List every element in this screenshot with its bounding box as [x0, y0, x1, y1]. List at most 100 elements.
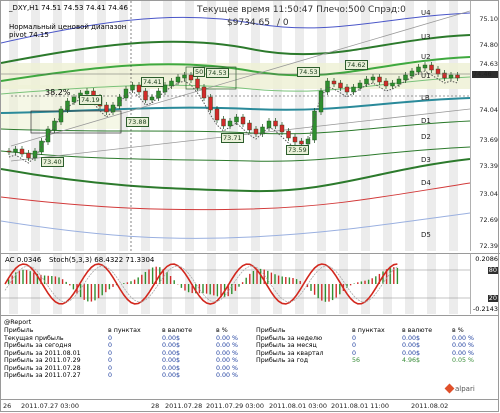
table-cell: 0	[108, 349, 113, 357]
column-header: в пунктах	[108, 327, 141, 334]
candle-body	[403, 74, 408, 81]
price-chart[interactable]: _DXY,H1 74.51 74.53 74.41 74.46 Нормальн…	[1, 1, 470, 251]
osc-axis-label: -0.2143	[472, 305, 498, 313]
table-row: Прибыль за сегодня 0 0.00$ 0.00 %	[4, 342, 256, 350]
table-row: Текущая прибыль 0 0.00$ 0.00 %	[4, 335, 256, 343]
table-row: Прибыль за квартал 0 0.00$ 0.00 %	[256, 350, 492, 358]
price-tag: 74.41	[141, 77, 164, 87]
time-axis-label: 2011.07.27 03:00	[21, 402, 80, 410]
session-stripe	[339, 1, 348, 251]
candle-body	[182, 74, 187, 79]
price-axis-label: 75.10	[479, 15, 498, 23]
column-header: в пунктах	[352, 327, 385, 334]
table-cell: 0.00$	[402, 334, 421, 342]
candle-body	[143, 90, 148, 101]
candle-body	[234, 116, 239, 123]
table-cell: 0	[108, 364, 113, 372]
table-cell: Прибыль за месяц	[256, 342, 317, 349]
time-axis-label: 26	[3, 402, 12, 410]
candle-body	[13, 148, 18, 153]
candle-body	[409, 70, 415, 77]
profit-report-panel: @Report Прибыль в пунктах в валюте в % Т…	[1, 315, 499, 400]
report-title: @Report	[4, 319, 32, 326]
table-cell: 0	[352, 349, 357, 357]
candle-body	[377, 76, 382, 83]
table-cell: Прибыль за 2011.07.29	[4, 357, 81, 364]
table-cell: 0	[108, 342, 113, 349]
candle-body	[318, 90, 324, 113]
session-stripe	[295, 1, 304, 251]
session-stripe	[163, 1, 172, 251]
table-cell: 0.00 %	[216, 357, 239, 364]
range-note: Нормальный ценовой диапазон	[9, 23, 127, 31]
price-axis-label: 73.69	[479, 136, 498, 144]
candle-body	[331, 80, 337, 85]
session-stripe	[449, 254, 458, 314]
ac-histogram	[7, 266, 399, 302]
price-tag: 73.71	[221, 133, 244, 143]
price-tag: 74.62	[345, 60, 368, 70]
table-row: Прибыль за неделю 0 0.00$ 0.00 %	[256, 335, 492, 343]
table-cell: 0.00 %	[452, 349, 475, 357]
table-header-row: Прибыль в пунктах в валюте в %	[256, 327, 492, 335]
time-axis-label: 2011.07.28	[165, 402, 203, 410]
candle-body	[52, 120, 57, 131]
table-row: Прибыль за 2011.08.01 0 0.00$ 0.00 %	[4, 350, 256, 358]
price-axis-label: 74.80	[479, 41, 498, 49]
table-row: Прибыль за месяц 0 0.00$ 0.00 %	[256, 342, 492, 350]
pivot-value: pivot 74.15	[9, 31, 49, 39]
level-d4: D4	[421, 179, 431, 187]
candle-body	[396, 78, 402, 85]
candle-body	[156, 90, 161, 99]
level-u1: U1	[421, 72, 431, 80]
time-axis-label: 2011.08.01 03:00	[269, 402, 328, 410]
price-axis-label: 74.63	[479, 60, 498, 68]
candle-body	[104, 104, 109, 113]
report-table-right: Прибыль в пунктах в валюте в % Прибыль з…	[256, 327, 492, 365]
session-stripe	[427, 254, 436, 314]
candle-body	[357, 82, 363, 89]
session-stripe	[361, 1, 370, 251]
candle-body	[253, 128, 259, 135]
table-cell: 0	[352, 342, 357, 349]
osc-axis-label: 20	[487, 294, 498, 302]
balance-value: $9734.65	[227, 18, 270, 28]
level-u2: U2	[421, 53, 431, 61]
column-header: Прибыль	[4, 327, 34, 334]
candle-body	[110, 104, 116, 113]
candle-body	[227, 120, 233, 127]
stoch-label: Stoch(5,3,3) 68.4322 71.3304	[49, 256, 155, 264]
oscillator-axis: 0.2086 80 20 -0.2143	[470, 253, 500, 314]
current-price-badge: 74.46	[472, 71, 498, 78]
report-table-left: Прибыль в пунктах в валюте в % Текущая п…	[4, 327, 256, 380]
time-axis-label: 2011.08.01 11:00	[331, 402, 390, 410]
table-cell: 0.05 %	[452, 357, 475, 364]
oscillator-panel[interactable]: AC 0.0346 Stoch(5,3,3) 68.4322 71.3304	[1, 253, 470, 314]
level-d2: D2	[421, 133, 431, 141]
session-stripe	[405, 254, 414, 314]
table-cell: 0.00$	[162, 334, 181, 342]
table-cell: 0	[352, 334, 357, 342]
candle-body	[390, 82, 395, 87]
session-stripe	[207, 254, 216, 314]
table-cell: 0.00$	[402, 349, 421, 357]
symbol-ohlc: _DXY,H1 74.51 74.53 74.41 74.46	[9, 4, 128, 12]
candle-body	[370, 76, 376, 81]
candle-body	[65, 100, 70, 111]
price-axis: 75.10 74.80 74.63 74.04 73.69 73.39 73.0…	[470, 1, 500, 251]
table-cell: Прибыль за сегодня	[4, 342, 72, 349]
candle-body	[383, 80, 389, 87]
column-header: в валюте	[402, 327, 433, 334]
price-tag: 73.88	[126, 117, 149, 127]
table-row: Прибыль за 2011.07.28 0 0.00$ 0.00 %	[4, 365, 256, 373]
price-chart-svg	[1, 1, 470, 251]
candle-body	[240, 116, 246, 125]
level-d1: D1	[421, 117, 431, 125]
table-cell: 0.00 %	[216, 372, 239, 379]
session-stripe	[251, 1, 260, 251]
session-stripe	[383, 1, 392, 251]
candle-body	[58, 108, 64, 123]
price-tag: 74.53	[297, 67, 320, 77]
column-header: в валюте	[162, 327, 193, 334]
level-lb: LB	[421, 94, 430, 102]
